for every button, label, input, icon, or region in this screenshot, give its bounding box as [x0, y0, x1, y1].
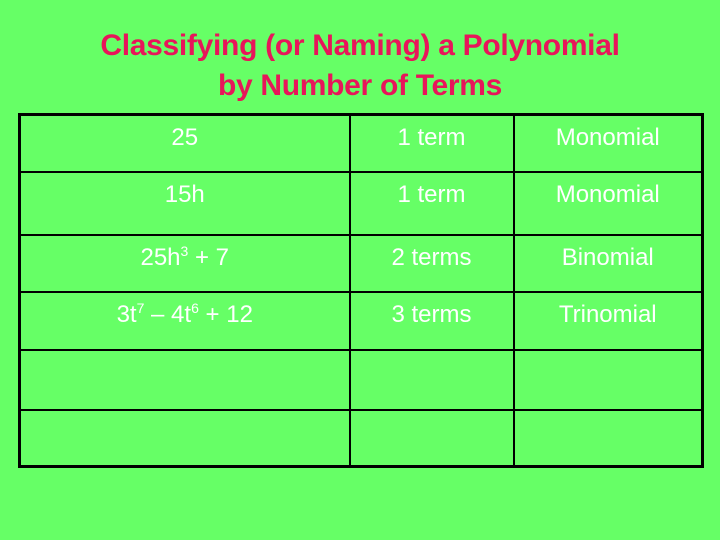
term-count-cell: 1 term — [348, 113, 515, 173]
expression-cell: 15h — [18, 170, 351, 236]
expression-cell — [18, 348, 351, 411]
expression-text: 25h — [140, 243, 181, 271]
table-row: 15h 1 term Monomial — [18, 170, 704, 236]
term-count-cell: 2 terms — [348, 233, 515, 293]
classification-cell — [512, 408, 704, 468]
polynomial-table: 25 1 term Monomial 15h 1 term Monomial 25h3 + … — [18, 113, 704, 468]
expression-text: + 12 — [198, 300, 253, 328]
term-count-cell — [348, 348, 515, 411]
title-line-1: Classifying (or Naming) a Polynomial — [100, 29, 620, 62]
classification-cell — [512, 348, 704, 411]
expression-cell: 25h3 + 7 — [18, 233, 351, 293]
expression-cell — [18, 408, 351, 468]
table-row — [18, 348, 704, 411]
classification-cell: Trinomial — [512, 290, 704, 351]
classification-cell: Monomial — [512, 113, 704, 173]
exponent: 6 — [191, 299, 199, 316]
slide-title: Classifying (or Naming) a Polynomial by … — [0, 26, 720, 106]
table-row: 25h3 + 72 terms Binomial — [18, 233, 704, 293]
expression-text: + 7 — [188, 243, 230, 271]
classification-cell: Binomial — [512, 233, 704, 293]
expression-text: 25 — [171, 124, 199, 151]
expression-cell: 25 — [18, 113, 351, 173]
expression-text: 3t — [116, 300, 137, 328]
expression-cell: 3t7 – 4t6 + 12 — [18, 290, 351, 351]
expression-text: 15h — [164, 180, 205, 208]
table-row: 25 1 term Monomial — [18, 113, 704, 173]
term-count-cell: 3 terms — [348, 290, 515, 351]
title-line-2: by Number of Terms — [217, 69, 503, 102]
classification-cell: Monomial — [512, 170, 704, 236]
expression-text: – 4t — [144, 300, 192, 328]
term-count-cell — [348, 408, 515, 468]
table-row: 3t7 – 4t6 + 12 3 terms Trinomial — [18, 290, 704, 351]
table-row — [18, 408, 704, 468]
term-count-cell: 1 term — [348, 170, 515, 236]
